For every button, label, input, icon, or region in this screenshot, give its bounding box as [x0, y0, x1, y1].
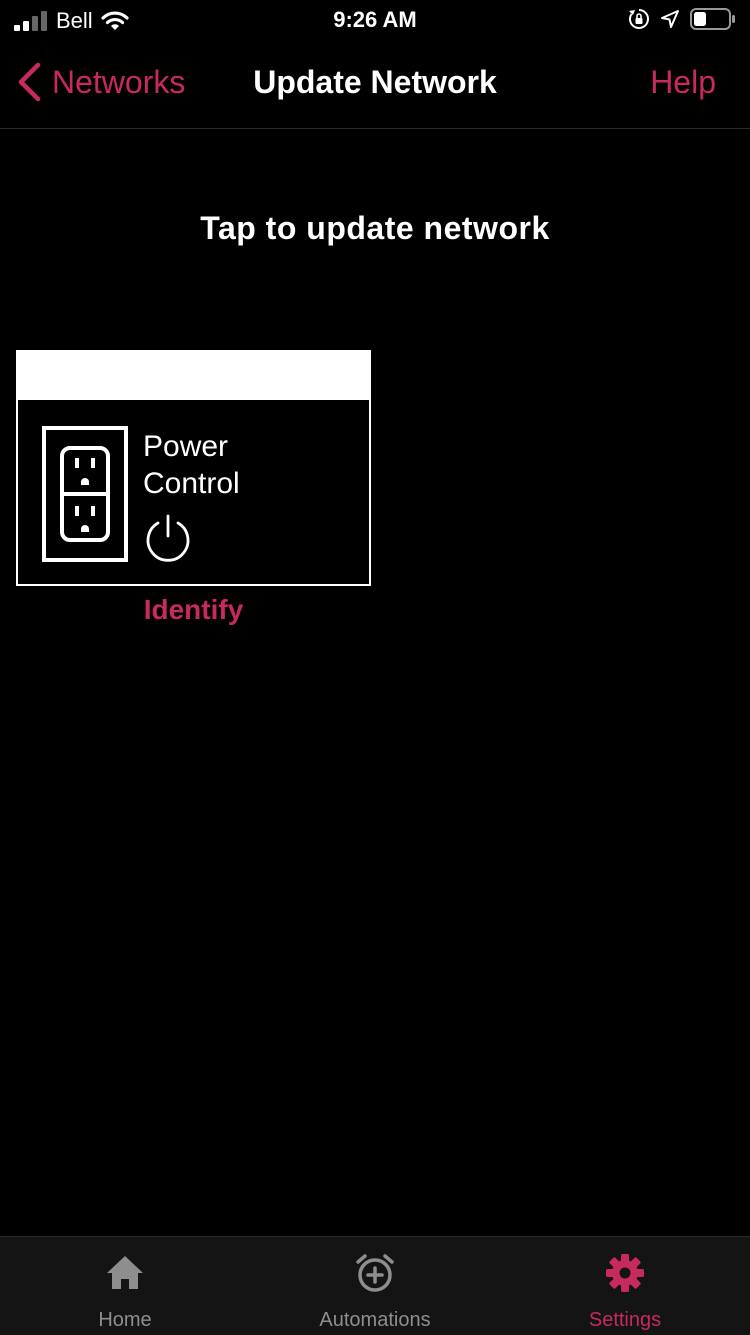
tab-bar: Home Automations Settings — [0, 1236, 750, 1335]
tab-home[interactable]: Home — [0, 1237, 250, 1335]
home-icon — [107, 1256, 143, 1289]
gear-icon — [606, 1254, 644, 1292]
battery-icon — [690, 8, 735, 30]
instruction-text: Tap to update network — [200, 210, 550, 246]
device-name-line-2: Control — [143, 467, 240, 500]
alarm-plus-icon — [356, 1254, 394, 1292]
identify-button[interactable]: Identify — [16, 594, 371, 626]
status-bar: Bell 9:26 AM — [0, 0, 750, 40]
power-icon[interactable] — [144, 514, 192, 562]
page-title: Update Network — [253, 64, 497, 100]
location-arrow-icon — [661, 10, 679, 28]
device-card-power-control[interactable]: Power Control — [16, 350, 371, 586]
orientation-lock-icon — [629, 9, 649, 29]
navigation-bar: Networks Update Network Help — [0, 40, 750, 129]
tab-label: Automations — [319, 1309, 431, 1331]
tab-label: Home — [98, 1309, 152, 1331]
tab-settings[interactable]: Settings — [500, 1237, 750, 1335]
tab-automations[interactable]: Automations — [250, 1237, 500, 1335]
status-right — [628, 8, 736, 30]
power-outlet-icon — [42, 426, 128, 562]
help-button[interactable]: Help — [650, 64, 716, 101]
device-name-line-1: Power — [143, 430, 229, 463]
card-header-bar — [18, 352, 369, 400]
tab-label: Settings — [588, 1309, 662, 1331]
device-name: Power Control — [143, 428, 353, 502]
